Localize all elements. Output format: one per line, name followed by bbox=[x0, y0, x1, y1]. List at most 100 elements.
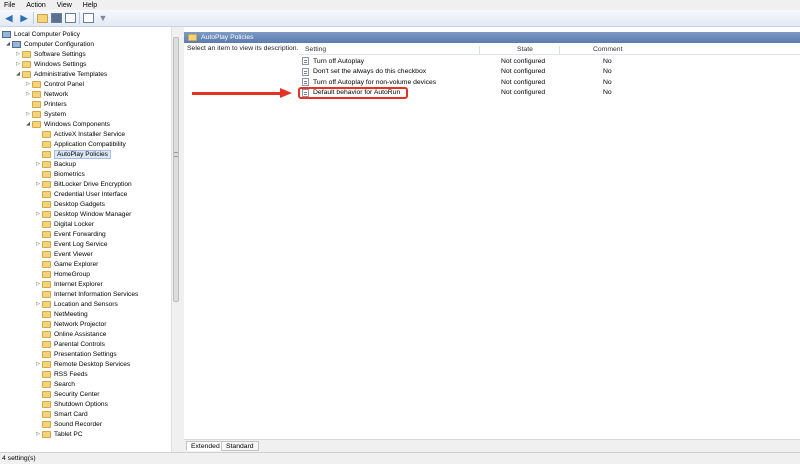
collapse-arrow-icon[interactable]: ▷ bbox=[14, 51, 22, 57]
tree-item[interactable]: RSS Feeds bbox=[34, 369, 88, 379]
tree-scrollbar[interactable] bbox=[171, 27, 180, 452]
folder-icon bbox=[42, 370, 51, 378]
expand-arrow-icon[interactable]: ◢ bbox=[14, 71, 22, 77]
tree-item-label: Location and Sensors bbox=[54, 300, 118, 308]
tree-item-label: Smart Card bbox=[54, 410, 88, 418]
tree-item[interactable]: Network Projector bbox=[34, 319, 106, 329]
tree-item[interactable]: ▷ Backup bbox=[34, 159, 76, 169]
folder-icon bbox=[42, 220, 51, 228]
up-folder-icon[interactable] bbox=[37, 13, 48, 23]
folder-icon bbox=[42, 400, 51, 408]
setting-comment: No bbox=[603, 78, 612, 86]
collapse-arrow-icon[interactable]: ▷ bbox=[34, 161, 42, 167]
tree-item[interactable]: NetMeeting bbox=[34, 309, 88, 319]
tree-item[interactable]: ▷ System bbox=[24, 109, 66, 119]
forward-arrow-icon[interactable]: ▶ bbox=[18, 12, 30, 24]
tree-item[interactable]: ▷ Tablet PC bbox=[34, 429, 83, 439]
tree-item[interactable]: ▷ Internet Explorer bbox=[34, 279, 103, 289]
tree-item[interactable]: Desktop Gadgets bbox=[34, 199, 105, 209]
tree-item[interactable]: ▷ Windows Settings bbox=[14, 59, 86, 69]
menu-file[interactable]: File bbox=[4, 2, 15, 9]
tree-item-label: Desktop Gadgets bbox=[54, 200, 105, 208]
tree-item[interactable]: ▷ Event Log Service bbox=[34, 239, 108, 249]
tree-item-label: Software Settings bbox=[34, 50, 86, 58]
setting-row[interactable]: Turn off Autoplay Not configured No bbox=[299, 56, 800, 66]
tree-item[interactable]: Credential User Interface bbox=[34, 189, 127, 199]
tree-computer-configuration[interactable]: ◢ Computer Configuration bbox=[4, 39, 94, 49]
setting-row[interactable]: Turn off Autoplay for non-volume devices… bbox=[299, 77, 800, 87]
scrollbar-thumb[interactable] bbox=[173, 37, 179, 302]
collapse-arrow-icon[interactable]: ▷ bbox=[14, 61, 22, 67]
tree-item[interactable]: Shutdown Options bbox=[34, 399, 108, 409]
folder-icon bbox=[42, 260, 51, 268]
tree-item[interactable]: Event Viewer bbox=[34, 249, 93, 259]
back-arrow-icon[interactable]: ◀ bbox=[3, 12, 15, 24]
tree-item[interactable]: Internet Information Services bbox=[34, 289, 138, 299]
collapse-arrow-icon[interactable]: ▷ bbox=[34, 211, 42, 217]
folder-icon bbox=[42, 300, 51, 308]
tree-item[interactable]: ◢ Administrative Templates bbox=[14, 69, 107, 79]
tree-item[interactable]: Digital Locker bbox=[34, 219, 94, 229]
menu-view[interactable]: View bbox=[57, 2, 72, 9]
menu-action[interactable]: Action bbox=[26, 2, 45, 9]
tree-item[interactable]: ▷ Remote Desktop Services bbox=[34, 359, 130, 369]
tree-item[interactable]: Search bbox=[34, 379, 75, 389]
column-divider[interactable] bbox=[559, 46, 560, 54]
tree-item-label: Credential User Interface bbox=[54, 190, 128, 198]
tree-item[interactable]: Event Forwarding bbox=[34, 229, 106, 239]
folder-icon bbox=[32, 80, 41, 88]
tree-root[interactable]: Local Computer Policy bbox=[2, 29, 80, 39]
tree-item[interactable]: Smart Card bbox=[34, 409, 88, 419]
tree-item[interactable]: Application Compatibility bbox=[34, 139, 126, 149]
tree-item[interactable]: Sound Recorder bbox=[34, 419, 102, 429]
tree-item[interactable]: Game Explorer bbox=[34, 259, 98, 269]
tree-item[interactable]: ▷ Location and Sensors bbox=[34, 299, 118, 309]
export-list-icon[interactable] bbox=[65, 13, 76, 23]
tab-standard[interactable]: Standard bbox=[221, 441, 259, 451]
folder-icon bbox=[42, 360, 51, 368]
tree-item[interactable]: HomeGroup bbox=[34, 269, 90, 279]
tree-item[interactable]: ▷ Software Settings bbox=[14, 49, 86, 59]
tree-item[interactable]: ▷ BitLocker Drive Encryption bbox=[34, 179, 132, 189]
tree-item[interactable]: Biometrics bbox=[34, 169, 85, 179]
column-header-setting[interactable]: Setting bbox=[305, 46, 326, 53]
show-hide-tree-icon[interactable] bbox=[51, 13, 62, 23]
tree-item[interactable]: Online Assistance bbox=[34, 329, 106, 339]
tree-item[interactable]: ▷ Control Panel bbox=[24, 79, 84, 89]
filter-icon[interactable]: ▼ bbox=[97, 12, 109, 24]
expand-arrow-icon[interactable]: ◢ bbox=[24, 121, 32, 127]
tree-item[interactable]: ActiveX Installer Service bbox=[34, 129, 125, 139]
collapse-arrow-icon[interactable]: ▷ bbox=[34, 301, 42, 307]
tree-item[interactable]: Security Center bbox=[34, 389, 99, 399]
tree-item-label: Desktop Window Manager bbox=[54, 210, 132, 218]
folder-icon bbox=[42, 430, 51, 438]
tree-root-label: Local Computer Policy bbox=[14, 30, 80, 38]
collapse-arrow-icon[interactable]: ▷ bbox=[34, 181, 42, 187]
collapse-arrow-icon[interactable]: ▷ bbox=[34, 431, 42, 437]
collapse-arrow-icon[interactable]: ▷ bbox=[24, 91, 32, 97]
collapse-arrow-icon[interactable]: ▷ bbox=[34, 281, 42, 287]
folder-icon bbox=[42, 330, 51, 338]
collapse-arrow-icon[interactable]: ▷ bbox=[34, 361, 42, 367]
view-tabs: Extended Standard bbox=[184, 439, 800, 452]
column-header-comment[interactable]: Comment bbox=[593, 46, 622, 53]
folder-icon bbox=[42, 160, 51, 168]
tab-extended[interactable]: Extended bbox=[186, 441, 225, 451]
tree-item[interactable]: ▷ Desktop Window Manager bbox=[34, 209, 131, 219]
menu-help[interactable]: Help bbox=[83, 2, 97, 9]
collapse-arrow-icon[interactable]: ▷ bbox=[24, 81, 32, 87]
setting-row[interactable]: Don't set the always do this checkbox Not… bbox=[299, 67, 800, 77]
tree-item[interactable]: Parental Controls bbox=[34, 339, 105, 349]
collapse-arrow-icon[interactable]: ▷ bbox=[34, 241, 42, 247]
tree-item[interactable]: Printers bbox=[24, 99, 67, 109]
tree-item[interactable]: ▷ Network bbox=[24, 89, 68, 99]
column-divider[interactable] bbox=[479, 46, 480, 54]
column-header-state[interactable]: State bbox=[517, 46, 533, 53]
tree-item[interactable]: AutoPlay Policies bbox=[34, 149, 111, 159]
collapse-arrow-icon[interactable]: ▷ bbox=[24, 111, 32, 117]
tree-item[interactable]: Presentation Settings bbox=[34, 349, 117, 359]
folder-icon bbox=[42, 350, 51, 358]
expand-arrow-icon[interactable]: ◢ bbox=[4, 41, 12, 47]
tree-item[interactable]: ◢ Windows Components bbox=[24, 119, 110, 129]
help-icon[interactable] bbox=[83, 13, 94, 23]
